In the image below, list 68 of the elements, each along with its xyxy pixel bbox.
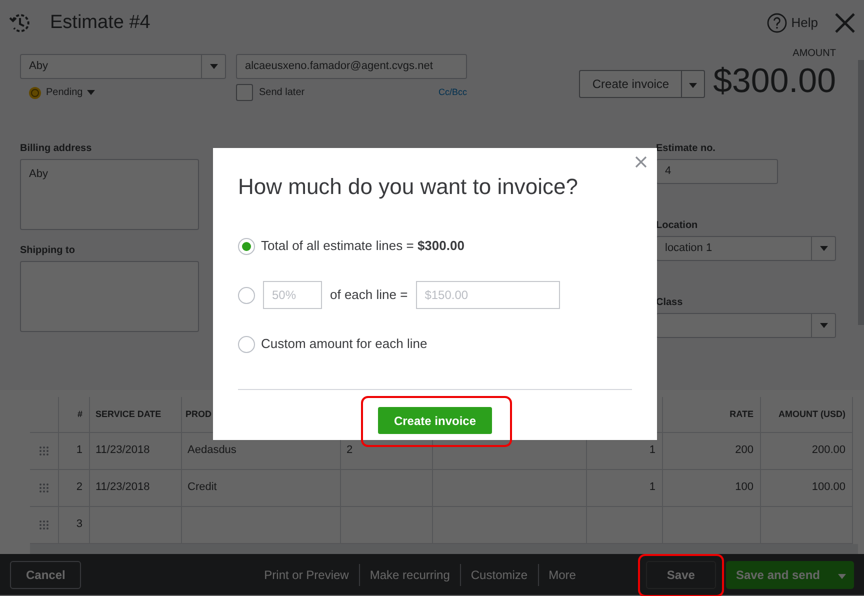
footer-link[interactable]: Customize [460,564,539,586]
amount-label: AMOUNT [792,47,836,61]
field-label: Location [656,219,699,233]
create-invoice-button[interactable]: Create invoice [579,70,682,98]
footer-link[interactable]: More [538,564,586,586]
save-and-send-button[interactable]: Save and send [726,560,830,588]
cc-bcc-link[interactable]: Cc/Bcc [438,86,467,100]
field-label: Shipping to [20,244,76,258]
select-value: Aby [29,59,48,74]
option-label: of each line = [330,286,408,304]
dropdown-button[interactable] [830,560,854,588]
caret-icon [820,246,828,251]
customer-select[interactable]: Aby [20,54,226,79]
drag-handle-icon[interactable] [38,446,49,456]
table-cell: 11/23/2018 [89,432,181,469]
table-cell: 200 [662,432,760,469]
checkbox-label: Send later [259,86,305,100]
address-field[interactable] [20,261,199,332]
close-icon[interactable] [635,156,647,168]
percent-field[interactable]: 50% [263,281,322,309]
table-cell: 1 [58,432,89,469]
table-cell: 2 [58,469,89,506]
option-label: Total of all estimate lines = $300.00 [261,237,464,256]
history-icon[interactable] [8,11,32,35]
table-cell: 100.00 [760,469,852,506]
checkbox[interactable] [236,84,253,101]
amount-total: $300.00 [713,61,836,101]
drag-handle-icon[interactable] [38,520,49,530]
page-title: Estimate #4 [50,10,150,35]
field-label: Billing address [20,142,93,156]
address-field[interactable]: Aby [20,159,199,230]
table-cell: 3 [58,506,89,543]
column-header: RATE [662,397,760,432]
table-cell: 11/23/2018 [89,469,181,506]
status-dropdown[interactable]: Pending [28,85,226,100]
field-label: Estimate no. [656,142,716,156]
select-value: location 1 [665,241,712,256]
table-cell: 1 [586,469,662,506]
column-header: AMOUNT (USD) [760,397,852,432]
close-icon[interactable] [834,12,856,34]
amount-field[interactable]: $150.00 [416,281,560,309]
dialog-title: How much do you want to invoice? [238,173,579,201]
footer-link[interactable]: Print or Preview [254,564,360,586]
radio-button[interactable] [238,336,255,352]
create-invoice-button[interactable]: Create invoice [378,407,492,434]
drag-handle-icon[interactable] [38,482,49,492]
radio-button[interactable] [238,286,255,304]
help-link[interactable]: Help [767,13,818,33]
table-cell: 100 [662,469,760,506]
email-field[interactable]: alcaeusxeno.famador@agent.cvgs.net [236,54,467,79]
dropdown-button[interactable] [682,70,706,98]
radio-button[interactable] [238,238,255,254]
option-label: Custom amount for each line [261,335,428,354]
save-button[interactable]: Save [646,560,716,588]
caret-icon [820,323,828,328]
footer-link[interactable]: Make recurring [360,564,461,586]
column-header: SERVICE DATE [89,397,181,432]
caret-icon [210,64,218,69]
column-header: # [58,397,89,432]
field-label: Class [656,296,684,310]
clock-icon [28,86,42,100]
cancel-button[interactable]: Cancel [10,560,82,588]
location-select[interactable]: location 1 [656,236,836,261]
help-icon [767,13,788,33]
table-cell: Credit [181,469,340,506]
estimate-number-field[interactable]: 4 [656,159,778,184]
class-select[interactable] [656,313,836,338]
table-cell: 200.00 [760,432,852,469]
